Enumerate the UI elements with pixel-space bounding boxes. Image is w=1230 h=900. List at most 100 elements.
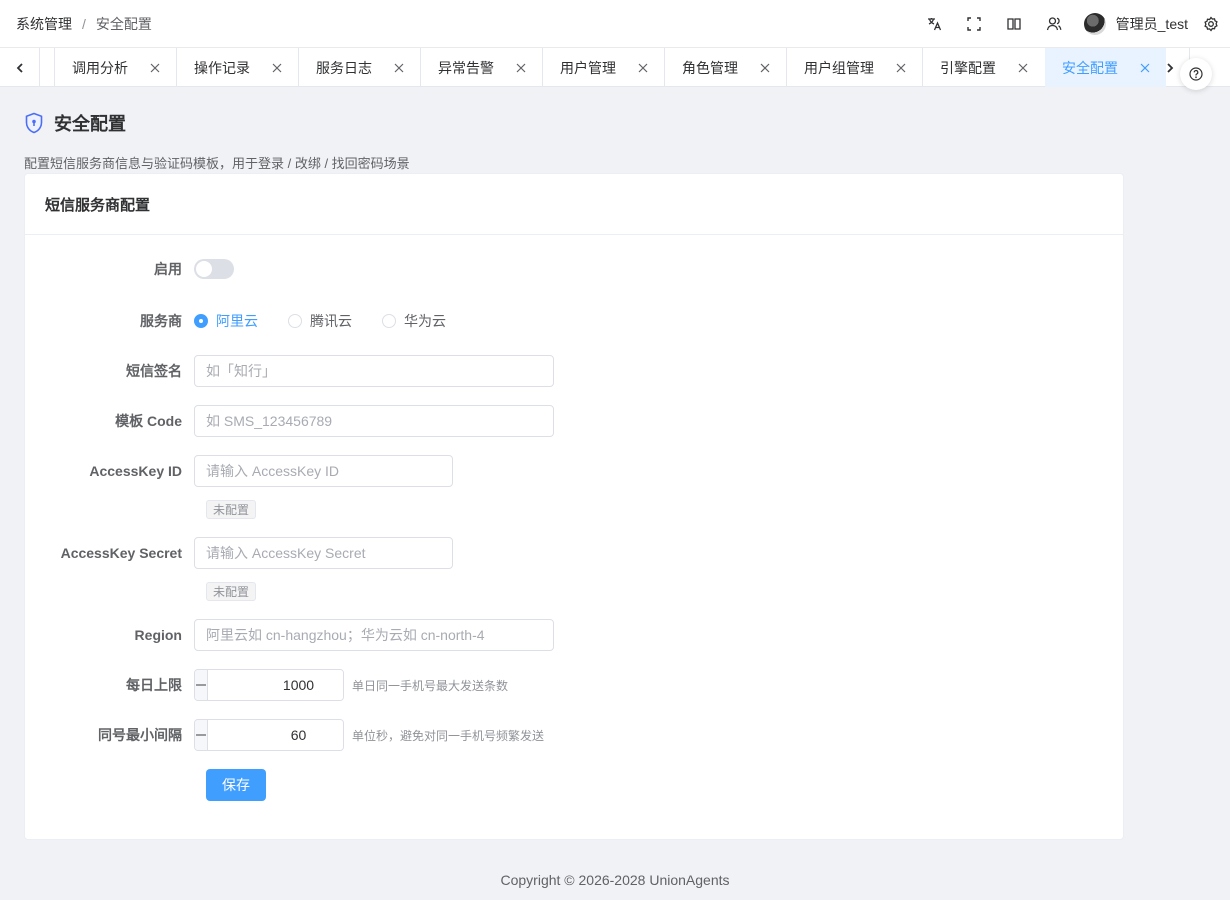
breadcrumb-separator: / [82,16,86,32]
tab-label: 引擎配置 [940,59,996,76]
template-code-label: 模板 Code [115,413,182,429]
tabs-scroll-left-button[interactable] [0,48,40,87]
close-icon[interactable] [514,61,528,75]
signature-row: 短信签名 [25,355,554,387]
daily-limit-stepper [194,669,344,701]
minus-icon [196,684,206,686]
provider-row: 服务商 阿里云 腾讯云 华为云 [25,311,476,331]
access-key-id-input[interactable] [194,455,453,487]
sms-provider-card: 短信服务商配置 启用 服务商 阿里云 腾讯云 华为云 短信签名 模板 Code Ac… [24,173,1124,840]
region-row: Region [25,619,554,651]
tab-label: 用户组管理 [804,59,874,76]
tab-label: 用户管理 [560,59,616,76]
tab-6[interactable]: 用户组管理 [786,48,922,87]
tab-label: 操作记录 [194,59,250,76]
breadcrumb: 系统管理 / 安全配置 [16,0,152,48]
close-icon[interactable] [636,61,650,75]
breadcrumb-current: 安全配置 [95,16,152,32]
page-description: 配置短信服务商信息与验证码模板，用于登录 / 改绑 / 找回密码场景 [24,156,410,171]
tab-4[interactable]: 用户管理 [542,48,664,87]
question-icon [1189,67,1203,81]
min-interval-input[interactable] [208,720,343,750]
access-key-secret-status-badge: 未配置 [206,582,257,601]
tabs-bar: 调用分析 操作记录 服务日志 异常告警 用户管理 角色管理 用户组管理 引擎配置 安全配置 [0,48,1230,87]
access-key-id-status-badge: 未配置 [206,500,257,519]
min-interval-decrease-button[interactable] [195,720,208,750]
book-icon[interactable] [994,0,1034,48]
shield-icon [25,112,43,134]
enable-switch[interactable] [194,259,234,279]
user-menu[interactable]: 管理员_test [1083,13,1188,35]
users-icon[interactable] [1034,0,1074,48]
tab-7[interactable]: 引擎配置 [922,48,1044,87]
tab-label: 安全配置 [1062,59,1118,76]
close-icon[interactable] [270,61,284,75]
tab-8[interactable]: 安全配置 [1045,48,1166,87]
provider-radio-label: 阿里云 [216,313,258,329]
page-title: 安全配置 [24,110,126,136]
access-key-secret-input[interactable] [194,537,453,569]
tabs-list: 调用分析 操作记录 服务日志 异常告警 用户管理 角色管理 用户组管理 引擎配置 安全配置 [54,48,1166,87]
access-key-id-row: AccessKey ID [25,455,453,487]
card-title: 短信服务商配置 [25,174,1123,235]
minus-icon [196,734,206,736]
username: 管理员_test [1115,16,1188,32]
daily-limit-hint: 单日同一手机号最大发送条数 [352,678,509,693]
min-interval-stepper [194,719,344,751]
close-icon[interactable] [148,61,162,75]
provider-radio-1[interactable]: 腾讯云 [288,311,352,331]
provider-radio-group: 阿里云 腾讯云 华为云 [194,311,476,331]
top-header: 系统管理 / 安全配置 管理员_test [0,0,1230,48]
tab-3[interactable]: 异常告警 [420,48,542,87]
tab-label: 角色管理 [682,59,738,76]
signature-input[interactable] [194,355,554,387]
radio-dot [194,314,208,328]
access-key-secret-label: AccessKey Secret [60,545,182,561]
template-code-input[interactable] [194,405,554,437]
provider-label: 服务商 [140,313,182,329]
gear-icon[interactable] [1196,0,1226,48]
tab-0[interactable]: 调用分析 [54,48,176,87]
close-icon[interactable] [758,61,772,75]
provider-radio-label: 华为云 [404,313,446,329]
radio-dot [288,314,302,328]
enable-row: 启用 [25,259,234,279]
template-row: 模板 Code [25,405,554,437]
access-key-secret-row: AccessKey Secret [25,537,453,569]
save-button[interactable]: 保存 [206,769,266,801]
region-label: Region [134,627,182,643]
enable-label: 启用 [154,261,182,277]
avatar [1083,13,1106,35]
breadcrumb-parent[interactable]: 系统管理 [16,14,72,34]
tab-2[interactable]: 服务日志 [298,48,420,87]
close-icon[interactable] [894,61,908,75]
min-interval-hint: 单位秒，避免对同一手机号频繁发送 [352,728,545,743]
signature-label: 短信签名 [126,363,182,379]
provider-radio-0[interactable]: 阿里云 [194,311,258,331]
daily-limit-label: 每日上限 [126,677,182,693]
daily-limit-decrease-button[interactable] [195,670,208,700]
chevron-left-icon [16,62,23,73]
min-interval-label: 同号最小间隔 [98,727,182,743]
daily-limit-row: 每日上限 单日同一手机号最大发送条数 [25,669,508,701]
access-key-id-label: AccessKey ID [89,463,182,479]
tab-label: 调用分析 [72,59,128,76]
tab-label: 服务日志 [316,59,372,76]
radio-dot [382,314,396,328]
page-title-text: 安全配置 [54,114,126,134]
close-icon[interactable] [392,61,406,75]
fullscreen-icon[interactable] [954,0,994,48]
translate-icon[interactable] [914,0,954,48]
tab-1[interactable]: 操作记录 [176,48,298,87]
region-input[interactable] [194,619,554,651]
provider-radio-2[interactable]: 华为云 [382,311,446,331]
help-button[interactable] [1180,58,1212,90]
footer-copyright: Copyright © 2026-2028 UnionAgents [500,872,730,888]
min-interval-row: 同号最小间隔 单位秒，避免对同一手机号频繁发送 [25,719,544,751]
tab-5[interactable]: 角色管理 [664,48,786,87]
provider-radio-label: 腾讯云 [310,313,352,329]
daily-limit-input[interactable] [208,670,343,700]
header-actions: 管理员_test [914,0,1230,48]
close-icon[interactable] [1016,61,1030,75]
tab-label: 异常告警 [438,59,494,76]
